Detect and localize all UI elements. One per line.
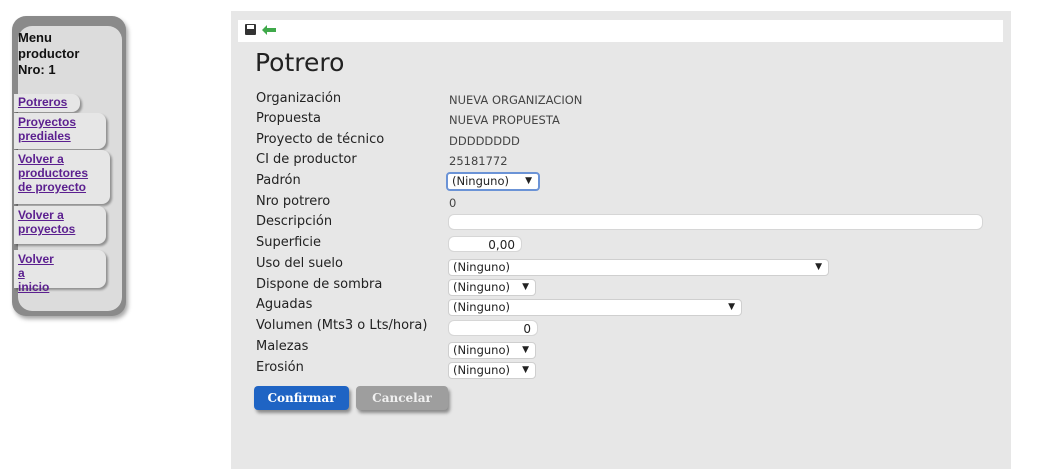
descripcion-input[interactable] bbox=[448, 214, 983, 230]
label-proyecto-tecnico: Proyecto de técnico bbox=[256, 132, 385, 147]
value-ci-productor: 25181772 bbox=[449, 154, 508, 168]
save-icon[interactable] bbox=[245, 24, 256, 35]
value-propuesta: NUEVA PROPUESTA bbox=[449, 113, 560, 127]
chevron-down-icon: ▼ bbox=[522, 365, 529, 375]
volumen-input[interactable]: 0 bbox=[448, 320, 538, 336]
chevron-down-icon: ▼ bbox=[522, 345, 529, 355]
label-propuesta: Propuesta bbox=[256, 111, 321, 126]
value-proyecto-tecnico: DDDDDDDD bbox=[449, 134, 520, 148]
label-aguadas: Aguadas bbox=[256, 297, 313, 312]
value-organizacion: NUEVA ORGANIZACION bbox=[449, 93, 583, 107]
label-volumen: Volumen (Mts3 o Lts/hora) bbox=[256, 318, 428, 333]
label-superficie: Superficie bbox=[256, 235, 322, 250]
malezas-select[interactable]: (Ninguno) ▼ bbox=[448, 342, 536, 359]
label-erosion: Erosión bbox=[256, 360, 304, 375]
label-descripcion: Descripción bbox=[256, 214, 333, 229]
back-arrow-icon[interactable] bbox=[262, 25, 276, 35]
menu-item-proyectos-prediales[interactable]: Proyectos prediales bbox=[18, 115, 76, 143]
menu-item-volver-productores[interactable]: Volver a productores de proyecto bbox=[18, 152, 88, 194]
sombra-select[interactable]: (Ninguno) ▼ bbox=[448, 279, 536, 296]
label-uso-suelo: Uso del suelo bbox=[256, 256, 343, 271]
chevron-down-icon: ▼ bbox=[815, 262, 822, 272]
uso-suelo-select[interactable]: (Ninguno) ▼ bbox=[448, 259, 829, 276]
menu-title: Menu productor Nro: 1 bbox=[18, 30, 80, 77]
menu-item-potreros[interactable]: Potreros bbox=[18, 95, 67, 109]
label-sombra: Dispone de sombra bbox=[256, 277, 383, 292]
cancel-button[interactable]: Cancelar bbox=[356, 386, 448, 410]
confirm-button[interactable]: Confirmar bbox=[254, 386, 349, 410]
menu-item-volver-inicio[interactable]: Volver a inicio bbox=[18, 252, 54, 294]
chevron-down-icon: ▼ bbox=[522, 282, 529, 292]
label-padron: Padrón bbox=[256, 173, 301, 188]
label-ci-productor: CI de productor bbox=[256, 152, 357, 167]
superficie-input[interactable]: 0,00 bbox=[448, 236, 522, 252]
value-nro-potrero: 0 bbox=[449, 196, 457, 210]
chevron-down-icon: ▼ bbox=[728, 302, 735, 312]
chevron-down-icon: ▼ bbox=[525, 176, 532, 186]
toolbar bbox=[238, 20, 1003, 42]
page-title: Potrero bbox=[255, 48, 345, 77]
erosion-select[interactable]: (Ninguno) ▼ bbox=[448, 362, 536, 379]
label-organizacion: Organización bbox=[256, 91, 342, 106]
aguadas-select[interactable]: (Ninguno) ▼ bbox=[448, 299, 742, 316]
menu-item-volver-proyectos[interactable]: Volver a proyectos bbox=[18, 208, 75, 236]
label-malezas: Malezas bbox=[256, 339, 309, 354]
label-nro-potrero: Nro potrero bbox=[256, 194, 331, 209]
padron-select[interactable]: (Ninguno) ▼ bbox=[446, 172, 540, 191]
